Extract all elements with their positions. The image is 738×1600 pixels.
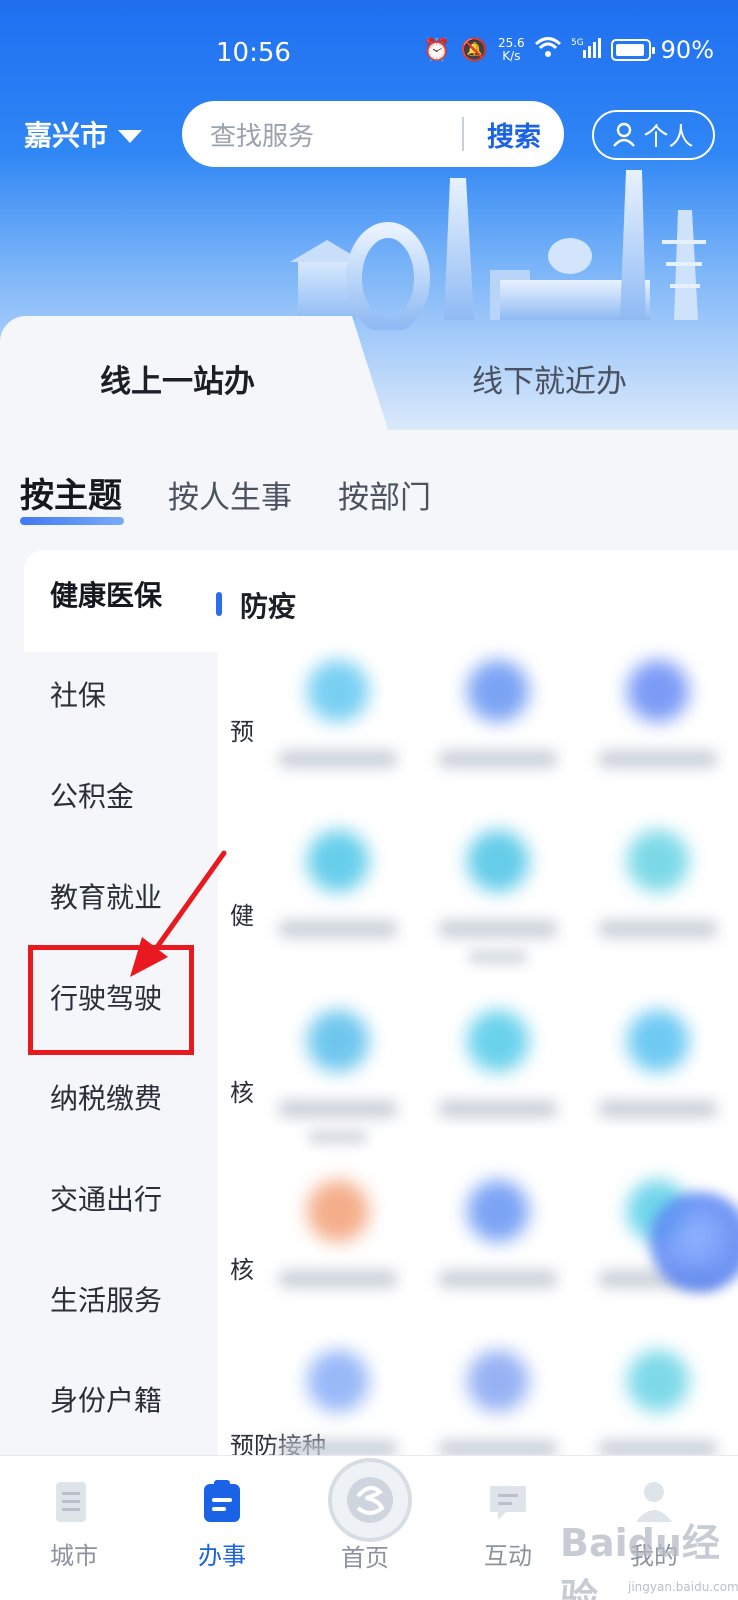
service-tile[interactable] [258, 1180, 418, 1288]
service-tile[interactable] [578, 1350, 738, 1458]
sidebar-item-identity[interactable]: 身份户籍 [50, 1379, 162, 1419]
service-icon [467, 1350, 529, 1412]
sidebar-item-life-services[interactable]: 生活服务 [50, 1279, 162, 1319]
tab-online[interactable]: 线上一站办 [100, 356, 255, 401]
status-icons: ⏰ 🔕 25.6 K/s 5G 90% [423, 36, 714, 64]
service-icon [627, 1350, 689, 1412]
svg-text:5G: 5G [571, 38, 584, 48]
service-label [438, 920, 558, 938]
tab-by-life-event[interactable]: 按人生事 [168, 472, 292, 517]
search-input[interactable]: 查找服务 [182, 116, 462, 153]
service-icon [307, 1180, 369, 1242]
service-tile[interactable] [418, 1010, 578, 1118]
home-icon[interactable] [328, 1458, 412, 1542]
service-label [468, 950, 528, 964]
service-icon [627, 830, 689, 892]
service-label [438, 750, 558, 768]
annotation-arrow-icon [130, 850, 227, 977]
service-label [598, 750, 718, 768]
search-button[interactable]: 搜索 [464, 115, 564, 154]
service-tile[interactable] [258, 660, 418, 768]
nav-services-label: 办事 [198, 1542, 246, 1570]
service-icon [467, 830, 529, 892]
service-icon [307, 830, 369, 892]
watermark-url: jingyan.baidu.com [628, 1580, 738, 1594]
battery-level: 90% [660, 36, 714, 64]
service-icon [467, 1180, 529, 1242]
sidebar-item-transport[interactable]: 交通出行 [50, 1178, 162, 1218]
service-label [598, 1100, 718, 1118]
tab-by-theme[interactable]: 按主题 [20, 468, 124, 525]
service-label [278, 1270, 398, 1288]
service-label [598, 920, 718, 938]
sidebar-item-health[interactable]: 健康医保 [50, 574, 162, 614]
personal-label: 个人 [643, 122, 694, 151]
service-tile[interactable] [258, 830, 418, 938]
service-icon [307, 660, 369, 722]
service-icon [467, 660, 529, 722]
service-tile[interactable] [418, 660, 578, 768]
nav-city-label: 城市 [50, 1542, 98, 1570]
user-icon [613, 122, 636, 147]
service-icon [627, 660, 689, 722]
tab-offline[interactable]: 线下就近办 [472, 356, 627, 401]
service-tile[interactable] [258, 1350, 418, 1458]
service-label [308, 1130, 368, 1144]
city-name: 嘉兴市 [24, 119, 109, 152]
network-speed: 25.6 K/s [497, 36, 525, 63]
service-label [438, 1270, 558, 1288]
nav-city[interactable]: 城市 [24, 1478, 124, 1571]
caret-down-icon [118, 129, 143, 143]
personal-button[interactable]: 个人 [592, 110, 715, 160]
city-icon [52, 1478, 96, 1526]
sidebar-item-social-security[interactable]: 社保 [50, 674, 106, 714]
service-tile[interactable] [578, 1010, 738, 1118]
wifi-icon [534, 36, 561, 64]
battery-icon [610, 39, 655, 61]
section-accent-bar [216, 592, 222, 616]
nav-interact[interactable]: 互动 [458, 1478, 558, 1571]
service-icon [627, 1010, 689, 1072]
service-tile[interactable] [418, 830, 578, 964]
status-bar: 10:56 ⏰ 🔕 25.6 K/s 5G 90% [0, 0, 738, 100]
service-tile[interactable] [418, 1180, 578, 1288]
section-title: 防疫 [240, 590, 297, 623]
nav-interact-label: 互动 [484, 1542, 532, 1570]
service-tile[interactable] [578, 660, 738, 768]
service-label [278, 1100, 398, 1118]
signal-icon: 5G [571, 36, 601, 64]
mute-icon: 🔕 [460, 37, 488, 63]
service-icon [307, 1350, 369, 1412]
city-skyline-illustration [290, 170, 706, 330]
tab-underline [20, 517, 124, 525]
service-tile[interactable] [578, 830, 738, 938]
service-tile[interactable] [258, 1010, 418, 1144]
service-tile[interactable] [418, 1350, 578, 1458]
sidebar-item-housing-fund[interactable]: 公积金 [50, 775, 134, 815]
service-icon [307, 1010, 369, 1072]
status-time: 10:56 [216, 38, 291, 68]
alarm-icon: ⏰ [423, 37, 451, 63]
chat-icon [486, 1478, 530, 1526]
search-bar[interactable]: 查找服务 搜索 [182, 101, 564, 167]
service-label [438, 1100, 558, 1118]
service-label [278, 920, 398, 938]
sidebar-item-tax[interactable]: 纳税缴费 [50, 1077, 162, 1117]
tab-by-department[interactable]: 按部门 [338, 472, 431, 517]
city-selector[interactable]: 嘉兴市 [24, 114, 143, 154]
tab-by-theme-label: 按主题 [20, 476, 122, 516]
nav-home-label: 首页 [341, 1544, 389, 1572]
service-label [278, 750, 398, 768]
service-grid [218, 650, 738, 1458]
nav-services[interactable]: 办事 [172, 1478, 272, 1571]
services-icon [200, 1478, 244, 1526]
service-icon [467, 1010, 529, 1072]
category-tabs: 按主题 按人生事 按部门 [20, 468, 477, 525]
